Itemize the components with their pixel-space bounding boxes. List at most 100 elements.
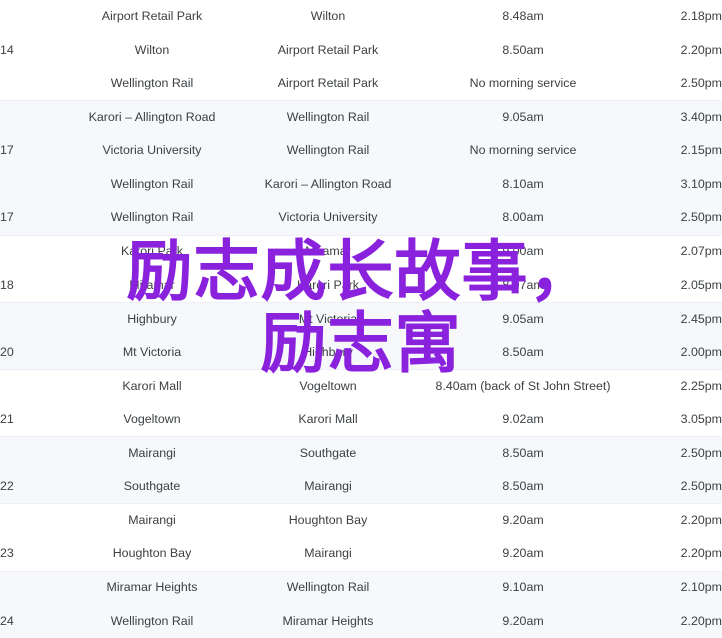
route-number-cell — [0, 436, 62, 471]
route-number-cell — [0, 234, 62, 269]
destination-cell: Karori Mall — [242, 403, 414, 437]
morning-departure-cell: 9.02am — [414, 403, 632, 437]
origin-cell: Karori Mall — [62, 369, 242, 404]
afternoon-departure-cell: 2.20pm — [632, 33, 722, 68]
morning-departure-cell: 9.20am — [414, 503, 632, 538]
afternoon-departure-cell: 2.25pm — [632, 369, 722, 404]
destination-cell: Mt Victoria — [242, 301, 414, 336]
morning-departure-cell: 9.10am — [414, 570, 632, 605]
morning-departure-cell: 9.05am — [414, 301, 632, 336]
destination-cell: Airport Retail Park — [242, 33, 414, 68]
afternoon-departure-cell: 2.45pm — [632, 301, 722, 336]
afternoon-departure-cell: 2.50pm — [632, 470, 722, 504]
destination-cell: Houghton Bay — [242, 503, 414, 538]
destination-cell: Airport Retail Park — [242, 67, 414, 101]
morning-departure-cell: 8.50am — [414, 33, 632, 68]
origin-cell: Miramar — [62, 268, 242, 303]
afternoon-departure-cell: 2.50pm — [632, 201, 722, 236]
table-row: Karori – Allington Road Wellington Rail 9.… — [0, 100, 722, 135]
destination-cell: Karori – Allington Road — [242, 167, 414, 202]
destination-cell: Miramar Heights — [242, 604, 414, 638]
table-row: Airport Retail Park Wilton 8.48am 2.18pm — [0, 0, 722, 34]
morning-departure-cell: 8.07am — [414, 268, 632, 303]
route-number-cell: 17 — [0, 201, 62, 236]
route-number-cell — [0, 503, 62, 538]
destination-cell: Wilton — [242, 0, 414, 34]
origin-cell: Mairangi — [62, 503, 242, 538]
afternoon-departure-cell: 2.50pm — [632, 67, 722, 101]
origin-cell: Airport Retail Park — [62, 0, 242, 34]
table-row: 17 Victoria University Wellington Rail No m… — [0, 134, 722, 168]
origin-cell: Mt Victoria — [62, 335, 242, 370]
morning-departure-cell: 9.05am — [414, 100, 632, 135]
table-row: Karori Park Miramar 9.00am 2.07pm — [0, 234, 722, 269]
afternoon-departure-cell: 2.05pm — [632, 268, 722, 303]
route-number-cell: 21 — [0, 403, 62, 437]
table-row: Miramar Heights Wellington Rail 9.10am 2.10… — [0, 570, 722, 605]
table-row: Wellington Rail Airport Retail Park No mor… — [0, 67, 722, 101]
table-row: 18 Miramar Karori Park 8.07am 2.05pm — [0, 268, 722, 303]
route-number-cell — [0, 100, 62, 135]
table-row: 24 Wellington Rail Miramar Heights 9.20am 2.… — [0, 604, 722, 638]
origin-cell: Wellington Rail — [62, 604, 242, 638]
route-number-cell: 20 — [0, 335, 62, 370]
origin-cell: Karori – Allington Road — [62, 100, 242, 135]
origin-cell: Wilton — [62, 33, 242, 68]
table-row: 23 Houghton Bay Mairangi 9.20am 2.20pm — [0, 537, 722, 572]
destination-cell: Wellington Rail — [242, 100, 414, 135]
morning-departure-cell: 8.10am — [414, 167, 632, 202]
morning-departure-cell: 9.20am — [414, 537, 632, 572]
route-number-cell — [0, 301, 62, 336]
origin-cell: Wellington Rail — [62, 67, 242, 101]
destination-cell: Miramar — [242, 234, 414, 269]
table-row: Wellington Rail Karori – Allington Road 8.… — [0, 167, 722, 202]
destination-cell: Mairangi — [242, 537, 414, 572]
timetable-body: Airport Retail Park Wilton 8.48am 2.18pm 14 W… — [0, 0, 722, 638]
afternoon-departure-cell: 3.05pm — [632, 403, 722, 437]
afternoon-departure-cell: 2.10pm — [632, 570, 722, 605]
route-number-cell: 18 — [0, 268, 62, 303]
origin-cell: Wellington Rail — [62, 201, 242, 236]
origin-cell: Highbury — [62, 301, 242, 336]
origin-cell: Vogeltown — [62, 403, 242, 437]
afternoon-departure-cell: 2.20pm — [632, 503, 722, 538]
table-row: Mairangi Houghton Bay 9.20am 2.20pm — [0, 503, 722, 538]
afternoon-departure-cell: 2.20pm — [632, 604, 722, 638]
morning-departure-cell: No morning service — [414, 134, 632, 168]
destination-cell: Wellington Rail — [242, 134, 414, 168]
destination-cell: Southgate — [242, 436, 414, 471]
table-row: 22 Southgate Mairangi 8.50am 2.50pm — [0, 470, 722, 504]
morning-departure-cell: 8.48am — [414, 0, 632, 34]
route-number-cell: 22 — [0, 470, 62, 504]
destination-cell: Vogeltown — [242, 369, 414, 404]
origin-cell: Victoria University — [62, 134, 242, 168]
route-number-cell — [0, 369, 62, 404]
timetable-table: Airport Retail Park Wilton 8.48am 2.18pm 14 W… — [0, 0, 722, 638]
destination-cell: Karori Park — [242, 268, 414, 303]
destination-cell: Mairangi — [242, 470, 414, 504]
bus-timetable: Airport Retail Park Wilton 8.48am 2.18pm 14 W… — [0, 0, 722, 638]
table-row: Mairangi Southgate 8.50am 2.50pm — [0, 436, 722, 471]
table-row: 17 Wellington Rail Victoria University 8.00… — [0, 201, 722, 236]
afternoon-departure-cell: 2.18pm — [632, 0, 722, 34]
morning-departure-cell: 8.40am (back of St John Street) — [414, 369, 632, 404]
table-row: 21 Vogeltown Karori Mall 9.02am 3.05pm — [0, 403, 722, 437]
route-number-cell — [0, 167, 62, 202]
destination-cell: Wellington Rail — [242, 570, 414, 605]
route-number-cell: 14 — [0, 33, 62, 68]
afternoon-departure-cell: 2.50pm — [632, 436, 722, 471]
morning-departure-cell: 8.00am — [414, 201, 632, 236]
morning-departure-cell: No morning service — [414, 67, 632, 101]
route-number-cell — [0, 0, 62, 34]
afternoon-departure-cell: 2.00pm — [632, 335, 722, 370]
afternoon-departure-cell: 3.40pm — [632, 100, 722, 135]
morning-departure-cell: 9.00am — [414, 234, 632, 269]
afternoon-departure-cell: 2.20pm — [632, 537, 722, 572]
afternoon-departure-cell: 2.15pm — [632, 134, 722, 168]
afternoon-departure-cell: 2.07pm — [632, 234, 722, 269]
origin-cell: Wellington Rail — [62, 167, 242, 202]
route-number-cell: 24 — [0, 604, 62, 638]
origin-cell: Karori Park — [62, 234, 242, 269]
destination-cell: Highbury — [242, 335, 414, 370]
route-number-cell — [0, 570, 62, 605]
